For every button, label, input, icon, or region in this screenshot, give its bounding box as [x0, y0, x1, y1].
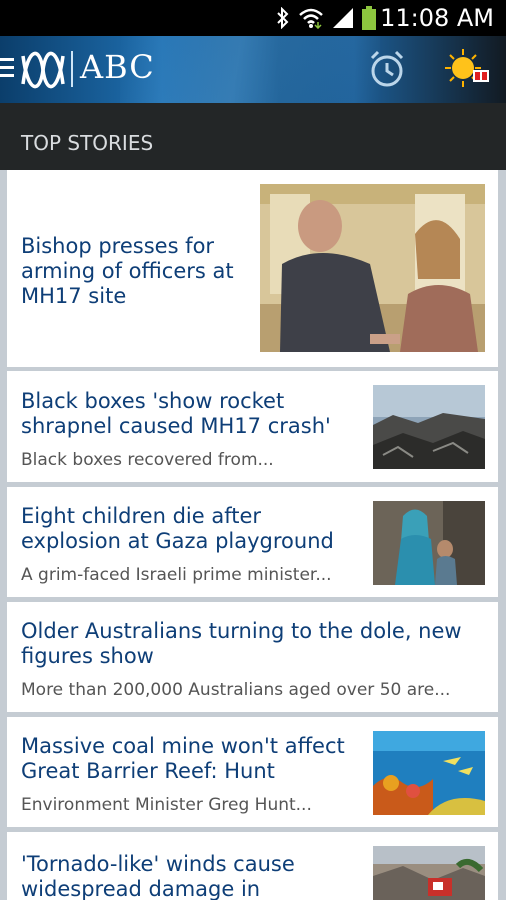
app-brand: ABC: [80, 48, 155, 86]
status-bar: 11:08 AM: [0, 0, 506, 36]
story-headline[interactable]: Eight children die after explosion at Ga…: [21, 504, 361, 554]
section-title: TOP STORIES: [21, 131, 154, 155]
section-header: TOP STORIES: [0, 103, 506, 170]
story-summary: More than 200,000 Australians aged over …: [21, 680, 451, 700]
story-thumbnail[interactable]: [373, 501, 485, 585]
bluetooth-icon: [277, 7, 289, 29]
menu-icon[interactable]: [0, 58, 14, 82]
story-headline[interactable]: Older Australians turning to the dole, n…: [21, 619, 491, 669]
battery-icon: [362, 6, 376, 30]
story-summary: Environment Minister Greg Hunt...: [21, 795, 312, 815]
weather-sun-icon[interactable]: [443, 47, 491, 91]
abc-logo[interactable]: [20, 50, 66, 90]
story-card[interactable]: Eight children die after explosion at Ga…: [7, 487, 498, 597]
story-thumbnail[interactable]: [373, 385, 485, 469]
story-thumbnail[interactable]: [373, 846, 485, 900]
story-thumbnail[interactable]: [260, 184, 485, 352]
signal-icon: [333, 8, 353, 28]
story-headline[interactable]: Massive coal mine won't affect Great Bar…: [21, 734, 366, 784]
story-card[interactable]: Black boxes 'show rocket shrapnel caused…: [7, 371, 498, 482]
story-summary: A grim-faced Israeli prime minister...: [21, 565, 332, 585]
story-headline[interactable]: Black boxes 'show rocket shrapnel caused…: [21, 389, 361, 439]
story-headline[interactable]: 'Tornado-like' winds cause widespread da…: [21, 852, 366, 900]
story-thumbnail[interactable]: [373, 731, 485, 815]
story-summary: Black boxes recovered from...: [21, 450, 274, 470]
status-time: 11:08 AM: [380, 4, 494, 32]
app-bar: ABC: [0, 36, 506, 103]
story-card[interactable]: Bishop presses for arming of officers at…: [7, 170, 498, 367]
alarm-clock-icon[interactable]: [368, 49, 406, 89]
story-headline[interactable]: Bishop presses for arming of officers at…: [21, 234, 251, 309]
story-card[interactable]: 'Tornado-like' winds cause widespread da…: [7, 832, 498, 900]
story-card[interactable]: Massive coal mine won't affect Great Bar…: [7, 717, 498, 827]
story-card[interactable]: Older Australians turning to the dole, n…: [7, 602, 498, 712]
wifi-icon: [299, 8, 323, 29]
